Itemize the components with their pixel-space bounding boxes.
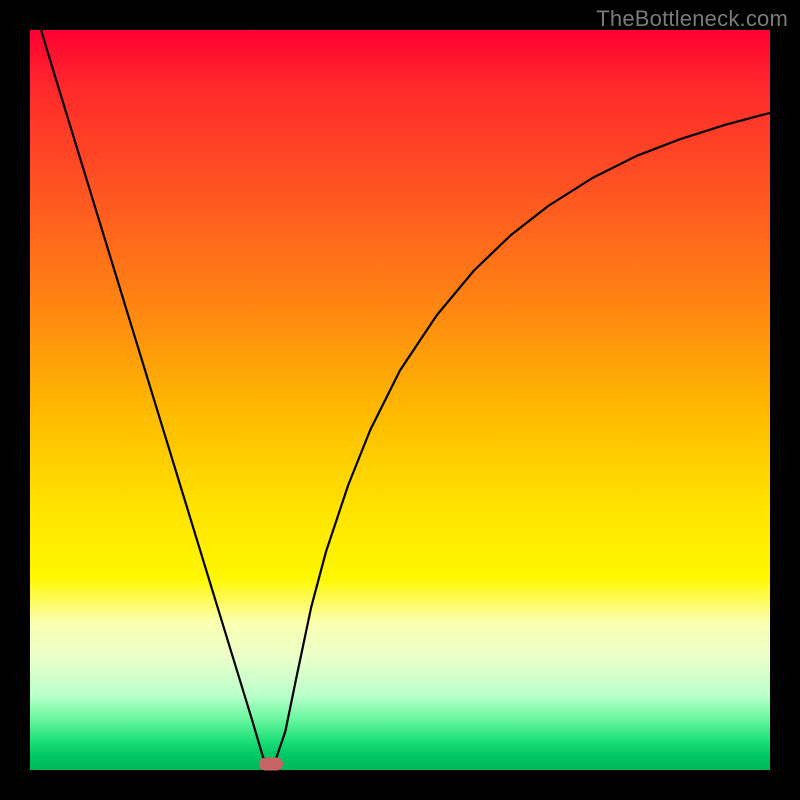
watermark-text: TheBottleneck.com bbox=[596, 6, 788, 32]
chart-frame: TheBottleneck.com bbox=[0, 0, 800, 800]
plot-area bbox=[30, 30, 770, 770]
bottleneck-curve bbox=[30, 30, 770, 770]
optimal-point-marker bbox=[259, 758, 283, 771]
